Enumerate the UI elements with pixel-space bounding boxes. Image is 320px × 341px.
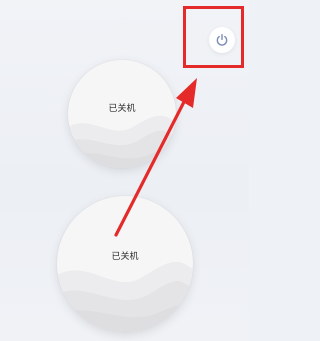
wave-pattern [68, 115, 176, 168]
device-card-top[interactable]: 已关机 [68, 60, 176, 168]
device-status-label: 已关机 [108, 104, 136, 114]
device-card-bottom[interactable]: 已关机 [57, 196, 193, 332]
wave-pattern [57, 261, 193, 332]
highlight-box [183, 6, 244, 68]
screen: 已关机 已关机 [0, 0, 249, 341]
device-status-label: 已关机 [111, 252, 139, 262]
